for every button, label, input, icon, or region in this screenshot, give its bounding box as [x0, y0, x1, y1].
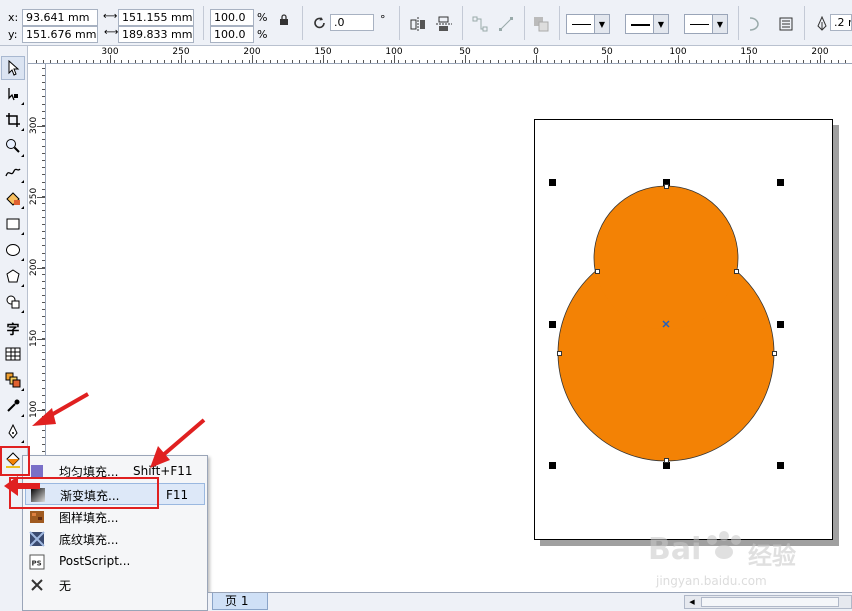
baidu-watermark: Bai 经验 jingyan.baidu.com: [640, 528, 840, 608]
toolbox-bottom: [0, 596, 22, 611]
watermark-brand: Bai: [648, 532, 702, 567]
page-tab[interactable]: 页 1: [212, 593, 268, 610]
annotation-arrow: [150, 418, 206, 468]
watermark-brand-cn: 经验: [748, 542, 796, 570]
annotation-arrow: [32, 392, 89, 426]
annotation-arrows: [4, 392, 206, 496]
annotation-arrow: [4, 476, 40, 496]
watermark-url: jingyan.baidu.com: [656, 574, 767, 588]
